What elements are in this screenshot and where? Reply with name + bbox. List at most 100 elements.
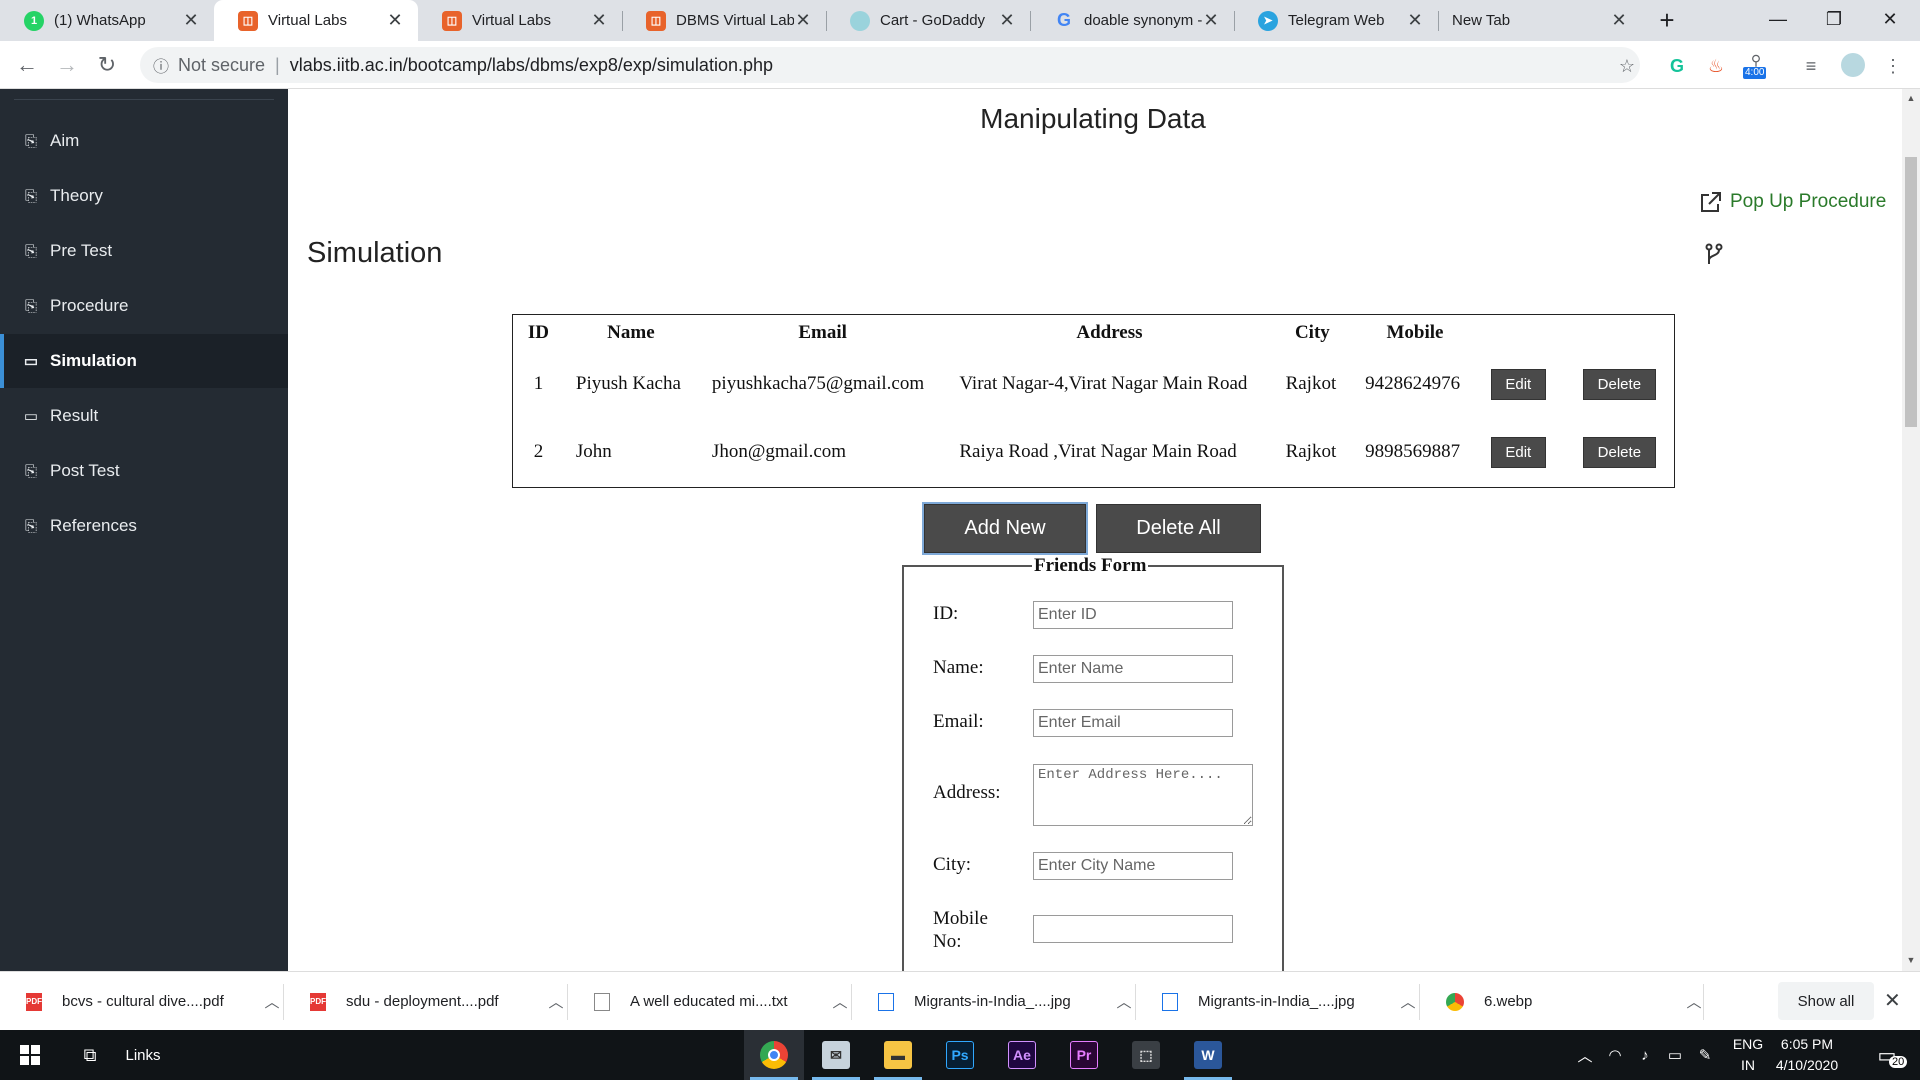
close-window-button[interactable]: ✕ xyxy=(1862,0,1918,41)
media-control-icon[interactable]: ≡ xyxy=(1798,53,1824,79)
app-icon: ⬚ xyxy=(1132,1041,1160,1069)
sidebar-item-procedure[interactable]: ⎘ Procedure xyxy=(0,279,288,333)
city-field[interactable] xyxy=(1033,852,1233,880)
tab-virtual-labs-active[interactable]: ◫ Virtual Labs ✕ xyxy=(214,0,418,41)
url-text[interactable]: vlabs.iitb.ac.in/bootcamp/labs/dbms/exp8… xyxy=(290,55,773,76)
tab-new-tab[interactable]: New Tab ✕ xyxy=(1438,0,1642,41)
tab-godaddy[interactable]: Cart - GoDaddy ✕ xyxy=(826,0,1031,41)
download-item[interactable]: A well educated mi....txt ︿ xyxy=(568,972,852,1031)
download-item[interactable]: PDF sdu - deployment....pdf ︿ xyxy=(284,972,568,1031)
email-label: Email: xyxy=(933,711,984,732)
close-icon[interactable]: ✕ xyxy=(1884,988,1901,1013)
tab-telegram[interactable]: ➤ Telegram Web ✕ xyxy=(1234,0,1439,41)
download-item[interactable]: Migrants-in-India_....jpg ︿ xyxy=(1136,972,1420,1031)
id-field[interactable] xyxy=(1033,601,1233,629)
download-name: sdu - deployment....pdf xyxy=(346,993,499,1010)
close-icon[interactable]: ✕ xyxy=(1202,10,1220,31)
timer-extension-icon[interactable]: ⚲ 4:00 xyxy=(1743,52,1769,79)
delete-button[interactable]: Delete xyxy=(1582,368,1656,400)
start-button[interactable] xyxy=(0,1030,60,1080)
sidebar-item-theory[interactable]: ⎘ Theory xyxy=(0,169,288,223)
pdf-file-icon: PDF xyxy=(26,992,42,1011)
chevron-up-icon[interactable]: ︿ xyxy=(1114,991,1134,1012)
tab-title: Virtual Labs xyxy=(268,12,347,29)
chevron-up-icon[interactable]: ︿ xyxy=(1398,991,1418,1012)
back-button[interactable]: ← xyxy=(12,50,42,80)
cell-id: 2 xyxy=(533,441,544,462)
sidebar-item-aim[interactable]: ⎘ Aim xyxy=(0,114,288,168)
close-icon[interactable]: ✕ xyxy=(998,10,1016,31)
mobile-field[interactable] xyxy=(1033,915,1233,943)
chevron-up-icon[interactable]: ︿ xyxy=(1684,991,1704,1012)
cell-address: Virat Nagar-4,Virat Nagar Main Road xyxy=(959,373,1248,394)
sidebar-item-simulation[interactable]: ▭ Simulation xyxy=(0,334,288,388)
scroll-up-arrow-icon[interactable]: ▲ xyxy=(1902,93,1920,103)
taskbar-app[interactable]: ⬚ xyxy=(1116,1030,1176,1080)
chevron-up-icon[interactable]: ︿ xyxy=(262,991,282,1012)
download-item[interactable]: PDF bcvs - cultural dive....pdf ︿ xyxy=(0,972,284,1031)
sidebar-item-pre-test[interactable]: ⎘ Pre Test xyxy=(0,224,288,278)
cell-name: Piyush Kacha xyxy=(575,373,681,394)
bookmark-star-icon[interactable]: ☆ xyxy=(1614,53,1640,79)
close-icon[interactable]: ✕ xyxy=(590,10,608,31)
taskbar-photoshop[interactable]: Ps xyxy=(930,1030,990,1080)
new-tab-button[interactable]: + xyxy=(1652,6,1682,36)
clock[interactable]: 6:05 PM 4/10/2020 xyxy=(1752,1034,1862,1076)
restore-button[interactable]: ❐ xyxy=(1806,0,1862,41)
chevron-up-icon[interactable]: ︿ xyxy=(830,991,850,1012)
tab-whatsapp[interactable]: 1 (1) WhatsApp ✕ xyxy=(0,0,215,41)
taskbar-mail[interactable]: ✉ xyxy=(806,1030,866,1080)
email-field[interactable] xyxy=(1033,709,1233,737)
task-view-icon[interactable]: ⧉ xyxy=(70,1030,110,1080)
minimize-button[interactable]: — xyxy=(1750,0,1806,41)
tab-virtual-labs[interactable]: ◫ Virtual Labs ✕ xyxy=(418,0,623,41)
battery-icon[interactable]: ▭ xyxy=(1660,1046,1690,1064)
scroll-down-arrow-icon[interactable]: ▼ xyxy=(1902,955,1920,965)
reload-button[interactable]: ↻ xyxy=(92,50,122,80)
download-item[interactable]: 6.webp ︿ xyxy=(1420,972,1704,1031)
address-bar[interactable]: ⓘ Not secure | vlabs.iitb.ac.in/bootcamp… xyxy=(140,47,1640,83)
delete-button[interactable]: Delete xyxy=(1582,436,1656,468)
add-new-button[interactable]: Add New xyxy=(922,502,1088,555)
notifications-button[interactable]: ▭ 20 xyxy=(1862,1030,1912,1080)
close-icon[interactable]: ✕ xyxy=(1610,10,1628,31)
delete-all-button[interactable]: Delete All xyxy=(1096,504,1261,553)
forward-button[interactable]: → xyxy=(52,50,82,80)
close-icon[interactable]: ✕ xyxy=(386,10,404,31)
scrollbar-thumb[interactable] xyxy=(1905,157,1917,427)
google-icon: G xyxy=(1056,10,1071,30)
address-field[interactable] xyxy=(1033,764,1253,826)
close-icon[interactable]: ✕ xyxy=(794,10,812,31)
edit-button[interactable]: Edit xyxy=(1490,368,1546,400)
taskbar-chrome[interactable] xyxy=(744,1030,804,1080)
tab-dbms-virtual-lab[interactable]: ◫ DBMS Virtual Lab ✕ xyxy=(622,0,827,41)
name-field[interactable] xyxy=(1033,655,1233,683)
tab-google-search[interactable]: G doable synonym - ✕ xyxy=(1030,0,1235,41)
show-all-button[interactable]: Show all xyxy=(1778,982,1874,1020)
chevron-up-icon[interactable]: ︿ xyxy=(1570,1045,1600,1066)
grammarly-icon[interactable]: G xyxy=(1664,53,1690,79)
wifi-icon[interactable]: ◠ xyxy=(1600,1046,1630,1064)
vertical-scrollbar[interactable]: ▲ ▼ xyxy=(1902,89,1920,971)
pop-up-procedure-link[interactable]: Pop Up Procedure xyxy=(1698,189,1886,215)
sidebar-item-result[interactable]: ▭ Result xyxy=(0,389,288,443)
flame-extension-icon[interactable]: ♨ xyxy=(1703,53,1729,79)
links-toolbar[interactable]: Links xyxy=(118,1030,168,1080)
profile-avatar[interactable] xyxy=(1840,53,1866,79)
close-icon[interactable]: ✕ xyxy=(182,10,200,31)
fork-icon[interactable] xyxy=(1704,243,1724,267)
taskbar-word[interactable]: W xyxy=(1178,1030,1238,1080)
download-item[interactable]: Migrants-in-India_....jpg ︿ xyxy=(852,972,1136,1031)
sidebar-item-post-test[interactable]: ⎘ Post Test xyxy=(0,444,288,498)
pen-icon[interactable]: ✎ xyxy=(1690,1046,1720,1064)
menu-icon[interactable]: ⋮ xyxy=(1880,53,1906,79)
taskbar-after-effects[interactable]: Ae xyxy=(992,1030,1052,1080)
volume-icon[interactable]: ♪ xyxy=(1630,1047,1660,1064)
info-icon[interactable]: ⓘ xyxy=(146,53,176,77)
close-icon[interactable]: ✕ xyxy=(1406,10,1424,31)
taskbar-file-explorer[interactable]: ▬ xyxy=(868,1030,928,1080)
sidebar-item-references[interactable]: ⎘ References xyxy=(0,499,288,553)
chevron-up-icon[interactable]: ︿ xyxy=(546,991,566,1012)
taskbar-premiere[interactable]: Pr xyxy=(1054,1030,1114,1080)
edit-button[interactable]: Edit xyxy=(1490,436,1546,468)
